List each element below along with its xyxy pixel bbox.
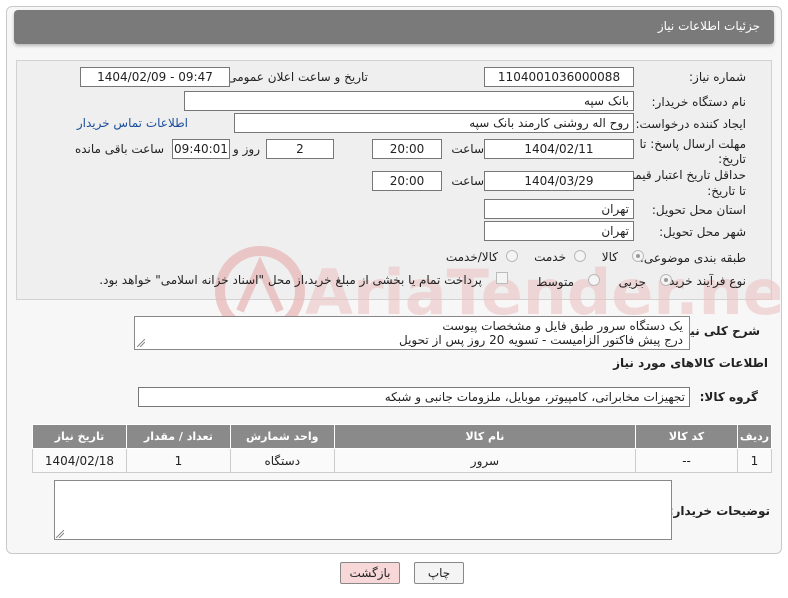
- buyer-notes-textarea[interactable]: [54, 480, 672, 540]
- buyer-notes-label: توضیحات خریدار:: [668, 504, 770, 518]
- process-radio-medium[interactable]: [588, 274, 600, 286]
- requester-field: روح اله روشنی کارمند بانک سپه: [234, 113, 634, 133]
- process-radio-minor[interactable]: [660, 274, 672, 286]
- buyer-contact-link[interactable]: اطلاعات تماس خریدار: [77, 116, 188, 130]
- resize-grip-icon[interactable]: [137, 339, 145, 347]
- page-title: جزئیات اطلاعات نیاز: [657, 19, 760, 33]
- category-radio-service[interactable]: [574, 250, 586, 262]
- back-button[interactable]: بازگشت: [340, 562, 400, 584]
- cell-quantity: 1: [125, 448, 231, 473]
- items-table: تاریخ نیاز تعداد / مقدار واحد شمارش نام …: [32, 424, 773, 473]
- treasury-payment-note: پرداخت تمام یا بخشی از مبلغ خرید،از محل …: [99, 273, 482, 287]
- reply-deadline-label-2: تاریخ:: [718, 152, 746, 166]
- process-option-medium: متوسط: [536, 275, 574, 289]
- category-option-service: خدمت: [534, 250, 566, 264]
- description-line-1: یک دستگاه سرور طبق فایل و مشخصات پیوست: [442, 319, 683, 333]
- cell-need-date: 1404/02/18: [32, 448, 127, 473]
- page-header: جزئیات اطلاعات نیاز: [14, 10, 774, 44]
- delivery-city-field: تهران: [484, 221, 634, 241]
- category-radio-goods[interactable]: [632, 250, 644, 262]
- col-item-code: کد کالا: [635, 424, 738, 449]
- col-unit: واحد شمارش: [229, 424, 335, 449]
- need-number-field: 1104001036000088: [484, 67, 634, 87]
- buyer-org-label: نام دستگاه خریدار:: [651, 95, 747, 109]
- cell-row: 1: [736, 448, 773, 473]
- need-number-label: شماره نیاز:: [689, 70, 746, 84]
- process-option-minor: جزیی: [618, 275, 646, 289]
- price-validity-time-field: 20:00: [372, 171, 442, 191]
- category-radio-both[interactable]: [506, 250, 518, 262]
- delivery-city-label: شهر محل تحویل:: [659, 225, 746, 239]
- col-item-name: نام کالا: [333, 424, 637, 449]
- col-need-date: تاریخ نیاز: [32, 424, 127, 449]
- requester-label: ایجاد کننده درخواست:: [635, 117, 746, 131]
- reply-time-field: 20:00: [372, 139, 442, 159]
- goods-info-title: اطلاعات کالاهای مورد نیاز: [613, 356, 768, 370]
- days-field: 2: [266, 139, 334, 159]
- col-quantity: تعداد / مقدار: [125, 424, 231, 449]
- category-option-goods: کالا: [601, 250, 618, 264]
- process-label: نوع فرآیند خرید :: [661, 274, 746, 288]
- category-label: طبقه بندی موضوعی:: [639, 251, 746, 265]
- price-validity-label-2: تا تاریخ:: [707, 184, 746, 198]
- price-validity-date-field: 1404/03/29: [484, 171, 634, 191]
- description-textarea[interactable]: یک دستگاه سرور طبق فایل و مشخصات پیوست د…: [134, 316, 690, 350]
- goods-group-label: گروه کالا:: [699, 390, 758, 404]
- cell-unit: دستگاه: [229, 448, 335, 473]
- announce-field: 1404/02/09 - 09:47: [80, 67, 230, 87]
- description-line-2: درج پیش فاکتور الزامیست - تسویه 20 روز پ…: [399, 333, 683, 347]
- announce-label: تاریخ و ساعت اعلان عمومی:: [223, 70, 368, 84]
- items-table-header: تاریخ نیاز تعداد / مقدار واحد شمارش نام …: [32, 424, 773, 449]
- delivery-province-field: تهران: [484, 199, 634, 219]
- reply-time-label: ساعت: [451, 142, 484, 156]
- treasury-payment-checkbox[interactable]: [496, 272, 508, 284]
- days-label: روز و: [233, 142, 260, 156]
- remaining-time-field: 09:40:01: [172, 139, 230, 159]
- col-row: ردیف: [736, 424, 773, 449]
- table-row[interactable]: 1404/02/18 1 دستگاه سرور -- 1: [32, 448, 773, 473]
- remaining-label: ساعت باقی مانده: [74, 142, 164, 156]
- cell-item-code: --: [635, 448, 738, 473]
- reply-deadline-label: مهلت ارسال پاسخ: تا: [639, 137, 746, 151]
- reply-date-field: 1404/02/11: [484, 139, 634, 159]
- cell-item-name: سرور: [333, 448, 637, 473]
- print-button[interactable]: چاپ: [414, 562, 464, 584]
- delivery-province-label: استان محل تحویل:: [651, 203, 746, 217]
- price-validity-time-label: ساعت: [451, 174, 484, 188]
- category-option-both: کالا/خدمت: [445, 250, 498, 264]
- notes-resize-grip-icon[interactable]: [56, 530, 64, 538]
- price-validity-label: حداقل تاریخ اعتبار قیمت:: [619, 168, 746, 182]
- goods-group-field: تجهیزات مخابراتی، کامپیوتر، موبایل، ملزو…: [138, 387, 690, 407]
- buyer-org-field: بانک سپه: [184, 91, 634, 111]
